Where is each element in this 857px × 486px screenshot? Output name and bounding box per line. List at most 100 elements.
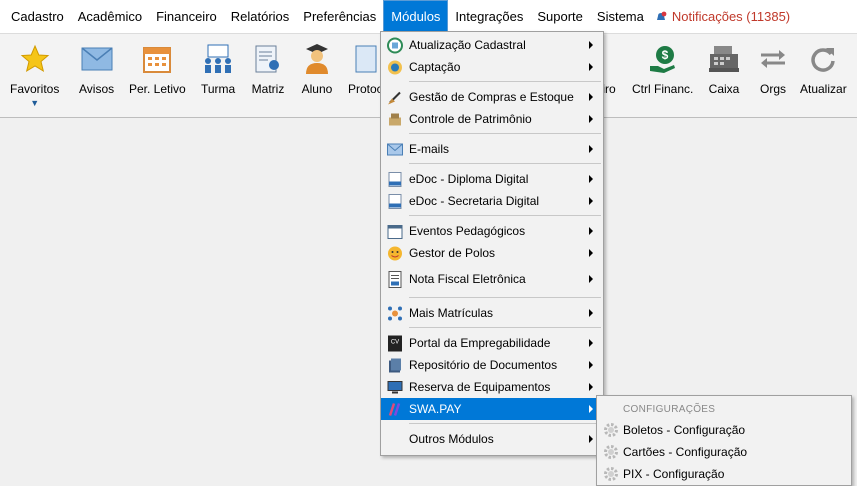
submenu-arrow-icon (589, 93, 593, 101)
menu-item-label: Gestor de Polos (409, 246, 496, 260)
menu-item-repositorio-documentos[interactable]: Repositório de Documentos (381, 354, 603, 376)
svg-text:$: $ (661, 48, 668, 62)
submenu-item-label: Boletos - Configuração (623, 423, 746, 437)
menu-item-edoc-diploma[interactable]: eDoc - Diploma Digital (381, 168, 603, 190)
menu-item-edoc-secretaria[interactable]: eDoc - Secretaria Digital (381, 190, 603, 212)
submenu-item-label: Cartões - Configuração (623, 445, 748, 459)
swapay-icon (386, 401, 403, 418)
classroom-icon (201, 42, 235, 76)
submenu-item-boletos[interactable]: Boletos - Configuração (597, 419, 851, 441)
protocolo-button[interactable]: Protoc (348, 42, 383, 96)
menu-academico[interactable]: Acadêmico (71, 0, 149, 33)
menu-item-label: Controle de Patrimônio (409, 112, 532, 126)
submenu-arrow-icon (589, 309, 593, 317)
monitor-icon (386, 379, 403, 396)
menu-item-gestao-compras[interactable]: Gestão de Compras e Estoque (381, 86, 603, 108)
document-icon (386, 193, 403, 210)
submenu-arrow-icon (589, 145, 593, 153)
gear-icon (604, 467, 618, 481)
aluno-label: Aluno (301, 82, 333, 96)
avisos-label: Avisos (79, 82, 115, 96)
submenu-arrow-icon (589, 197, 593, 205)
protocolo-label: Protoc (348, 82, 383, 96)
menu-cadastro[interactable]: Cadastro (4, 0, 71, 33)
menu-item-mais-matriculas[interactable]: Mais Matrículas (381, 302, 603, 324)
matriz-button[interactable]: Matriz (251, 42, 285, 96)
menu-sistema[interactable]: Sistema (590, 0, 651, 33)
avisos-button[interactable]: Avisos (79, 42, 114, 96)
menu-financeiro[interactable]: Financeiro (149, 0, 224, 33)
student-icon (300, 42, 334, 76)
gear-icon (604, 423, 618, 437)
menu-item-outros-modulos[interactable]: Outros Módulos (381, 428, 603, 450)
money-hand-icon: $ (646, 42, 680, 76)
menu-modulos[interactable]: Módulos (383, 0, 449, 33)
menu-item-atualizacao-cadastral[interactable]: Atualização Cadastral (381, 34, 603, 56)
calendar-icon (386, 223, 403, 240)
submenu-header: CONFIGURAÇÕES (623, 403, 716, 415)
submenu-arrow-icon (589, 339, 593, 347)
menu-item-label: Eventos Pedagógicos (409, 224, 526, 238)
money-icon (602, 42, 616, 76)
menu-item-reserva-equipamentos[interactable]: Reserva de Equipamentos (381, 376, 603, 398)
menu-separator (409, 423, 601, 424)
financeiro-label: iro (602, 82, 616, 96)
submenu-arrow-icon (589, 361, 593, 369)
menu-item-controle-patrimonio[interactable]: Controle de Patrimônio (381, 108, 603, 130)
calendar-icon (140, 42, 174, 76)
ctrl-financ-button[interactable]: $ Ctrl Financ. (632, 42, 693, 96)
menu-preferencias[interactable]: Preferências (296, 0, 383, 33)
envelope-icon (80, 42, 114, 76)
caixa-label: Caixa (708, 82, 740, 96)
update-record-icon (386, 37, 403, 54)
menu-item-label: Outros Módulos (409, 432, 494, 446)
submenu-item-cartoes[interactable]: Cartões - Configuração (597, 441, 851, 463)
menu-bar: Cadastro Acadêmico Financeiro Relatórios… (0, 0, 857, 33)
turma-label: Turma (201, 82, 236, 96)
menu-item-label: Repositório de Documentos (409, 358, 558, 372)
menu-relatorios[interactable]: Relatórios (224, 0, 297, 33)
submenu-arrow-icon (589, 405, 593, 413)
menu-item-label: Gestão de Compras e Estoque (409, 90, 574, 104)
menu-separator (409, 81, 601, 82)
menu-separator (409, 297, 601, 298)
menu-item-portal-empregabilidade[interactable]: CV Portal da Empregabilidade (381, 332, 603, 354)
atualizar-button[interactable]: Atualizar (800, 42, 847, 96)
box-icon (386, 111, 403, 128)
protocol-icon (348, 42, 382, 76)
menu-item-captacao[interactable]: Captação (381, 56, 603, 78)
menu-item-eventos-pedagogicos[interactable]: Eventos Pedagógicos (381, 220, 603, 242)
menu-suporte[interactable]: Suporte (530, 0, 590, 33)
menu-item-emails[interactable]: E-mails (381, 138, 603, 160)
document-icon (386, 171, 403, 188)
svg-text:CV: CV (390, 339, 398, 345)
menu-integracoes[interactable]: Integrações (448, 0, 530, 33)
turma-button[interactable]: Turma (201, 42, 235, 96)
notifications-label: Notificações (11385) (671, 9, 791, 24)
submenu-arrow-icon (589, 115, 593, 123)
financeiro-button[interactable]: iro (602, 42, 616, 96)
submenu-item-pix[interactable]: PIX - Configuração (597, 463, 851, 485)
megaphone-icon (386, 59, 403, 76)
submenu-arrow-icon (589, 41, 593, 49)
aluno-button[interactable]: Aluno (300, 42, 334, 96)
menu-item-label: E-mails (409, 142, 450, 156)
submenu-item-label: PIX - Configuração (623, 467, 725, 481)
atualizar-label: Atualizar (800, 82, 847, 96)
menu-item-label: Captação (409, 60, 461, 74)
cv-icon: CV (386, 335, 403, 352)
favorites-button[interactable]: Favoritos ▼ (10, 42, 59, 108)
caixa-button[interactable]: Caixa (707, 42, 741, 96)
menu-item-label: eDoc - Secretaria Digital (409, 194, 540, 208)
notifications-button[interactable]: Notificações (11385) (651, 0, 797, 33)
menu-item-gestor-polos[interactable]: Gestor de Polos (381, 242, 603, 264)
menu-item-swapay[interactable]: SWA.PAY (381, 398, 603, 420)
matriz-label: Matriz (251, 82, 285, 96)
star-icon (18, 42, 52, 76)
menu-separator (409, 163, 601, 164)
menu-item-nota-fiscal[interactable]: Nota Fiscal Eletrônica (381, 264, 603, 294)
menu-item-label: Portal da Empregabilidade (409, 336, 551, 350)
per-letivo-button[interactable]: Per. Letivo (129, 42, 186, 96)
orgs-button[interactable]: Orgs (756, 42, 790, 96)
submenu-arrow-icon (589, 175, 593, 183)
